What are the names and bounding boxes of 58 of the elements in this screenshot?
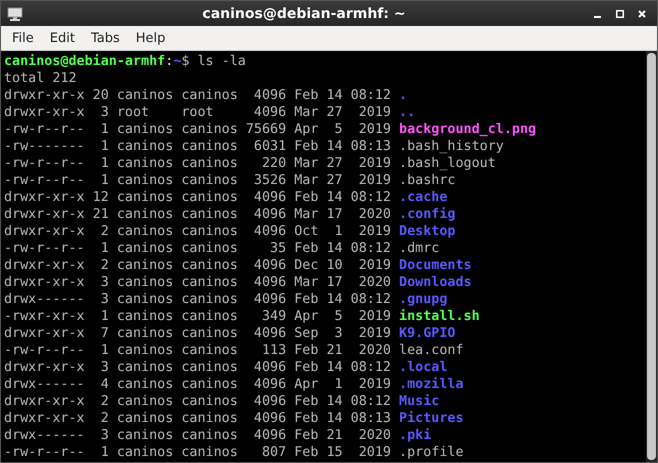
listing-details: -rw-r--r-- 1 caninos caninos 35 Feb 14 08:12 [4,240,391,257]
close-icon[interactable] [638,10,646,18]
listing-details: drwxr-xr-x 2 caninos caninos 4096 Oct 1 2019 [4,223,391,240]
listing-details: drwxr-xr-x 2 caninos caninos 4096 Feb 14 08:12 [4,393,391,410]
file-name: .local [399,359,448,376]
monitor-icon [7,6,23,20]
listing-details: -rw-r--r-- 1 caninos caninos 113 Feb 21 2020 [4,342,391,359]
listing-details: -rw-r--r-- 1 caninos caninos 807 Feb 15 2019 [4,444,391,461]
file-name: .bashrc [399,172,456,189]
file-name: .pki [399,427,432,444]
file-name: .profile [399,444,464,461]
file-name: install.sh [399,308,480,325]
file-name: .bash_history [399,138,504,155]
listing-details: drwxr-xr-x 7 caninos caninos 4096 Sep 3 2019 [4,325,391,342]
listing-details: -rwxr-xr-x 1 caninos caninos 349 Apr 5 2019 [4,308,391,325]
listing-details: drwxr-xr-x 2 caninos caninos 4096 Dec 10 2019 [4,257,391,274]
listing-details: -rw-r--r-- 1 caninos caninos 220 Mar 27 2019 [4,155,391,172]
file-name: lea.conf [399,342,464,359]
listing-details: -rw-r--r-- 1 caninos caninos 75669 Apr 5 2019 [4,121,391,138]
prompt-symbol: $ [181,53,190,70]
file-name: .. [399,104,416,121]
listing-details: -rw-r--r-- 1 caninos caninos 3526 Mar 27 2019 [4,172,391,189]
file-name: .mozilla [399,376,464,393]
file-name: .cache [399,189,448,206]
listing-details: drwxr-xr-x 12 caninos caninos 4096 Feb 14 08:12 [4,189,391,206]
file-name: Pictures [399,410,464,427]
listing-details: drwx------ 3 caninos caninos 4096 Feb 14 08:12 [4,291,391,308]
listing-details: drwxr-xr-x 3 caninos caninos 4096 Mar 17 2020 [4,274,391,291]
file-name: Documents [399,257,472,274]
listing-details: drwx------ 3 caninos caninos 4096 Feb 21 2020 [4,427,391,444]
listing-details: drwx------ 4 caninos caninos 4096 Apr 1 2019 [4,376,391,393]
listing-details: drwxr-xr-x 20 caninos caninos 4096 Feb 14 08:12 [4,87,391,104]
window-title: caninos@debian-armhf: ~ [201,6,407,22]
file-name: .dmrc [399,240,440,257]
file-name: .gnupg [399,291,448,308]
listing-details: -rw------- 1 caninos caninos 6031 Feb 14 08:13 [4,138,391,155]
listing-details: drwxr-xr-x 2 caninos caninos 4096 Feb 14 08:13 [4,410,391,427]
command-text: ls -la [197,53,246,70]
prompt-user-host: caninos@debian-armhf [4,53,166,70]
menu-item[interactable]: File [4,28,42,48]
maximize-icon[interactable] [616,10,624,18]
file-name: Downloads [399,274,472,291]
listing-details: drwxr-xr-x 21 caninos caninos 4096 Mar 17 2020 [4,206,391,223]
prompt-separator: : [165,53,174,70]
file-name: . [399,87,408,104]
menu-item[interactable]: Tabs [82,28,128,48]
menu-item[interactable]: Help [128,28,174,48]
file-name: background_cl.png [399,121,536,138]
file-name: K9.GPIO [399,325,456,342]
listing-details: drwxr-xr-x 3 root root 4096 Mar 27 2019 [4,104,391,121]
file-name: .config [399,206,456,223]
file-name: .bash_logout [399,155,496,172]
file-name: Music [399,393,440,410]
total-line: total 212 [4,70,77,87]
menu-item[interactable]: Edit [42,28,83,48]
listing-details: drwxr-xr-x 3 caninos caninos 4096 Feb 14 08:12 [4,359,391,376]
file-name: Desktop [399,223,456,240]
prompt-path: ~ [173,53,182,70]
